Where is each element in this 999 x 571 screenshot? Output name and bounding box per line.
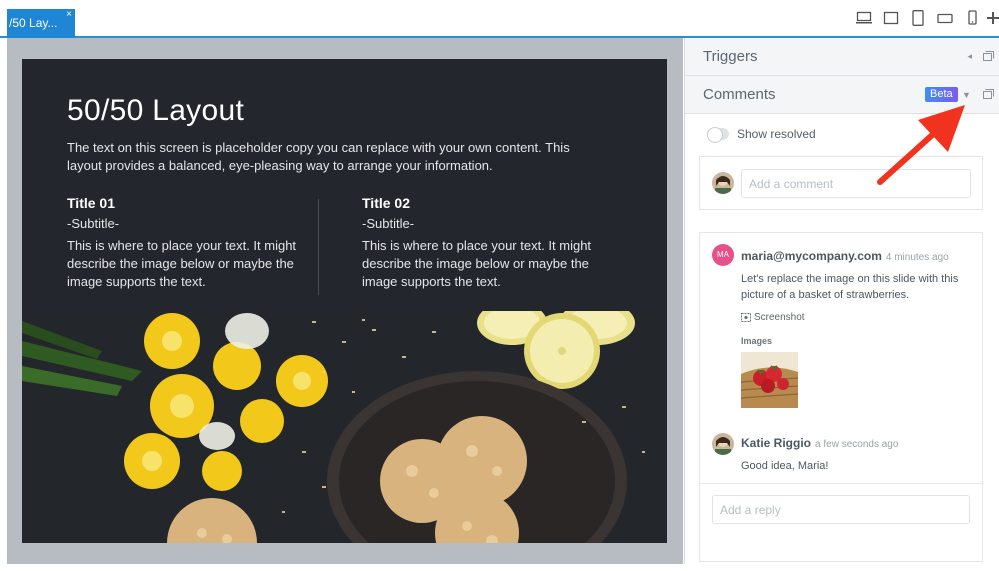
column-divider xyxy=(318,199,319,295)
panel-collapse-icon[interactable] xyxy=(983,89,994,99)
show-resolved-toggle[interactable] xyxy=(707,127,729,143)
comment-text: Good idea, Maria! xyxy=(741,460,829,472)
show-resolved-label: Show resolved xyxy=(737,127,816,141)
comment-time: 4 minutes ago xyxy=(885,252,949,263)
slide-canvas: 50/50 Layout The text on this screen is … xyxy=(7,38,683,564)
strawberries-image-thumbnail[interactable] xyxy=(741,352,798,408)
divider xyxy=(700,483,982,484)
screenshot-link[interactable]: Screenshot xyxy=(741,312,805,323)
column-body: This is where to place your text. It mig… xyxy=(67,238,297,289)
triggers-header[interactable]: Triggers ◂ xyxy=(685,38,999,76)
tablet-landscape-icon[interactable] xyxy=(931,8,958,28)
top-toolbar: /50 Lay... × xyxy=(0,0,999,38)
slide-column-1[interactable]: Title 01 -Subtitle- This is where to pla… xyxy=(67,195,317,291)
triggers-title: Triggers xyxy=(703,48,758,65)
avatar: MA xyxy=(712,244,734,266)
laptop-icon[interactable] xyxy=(877,8,904,28)
images-label: Images xyxy=(741,336,773,346)
chevron-down-icon[interactable]: ▼ xyxy=(962,90,971,100)
comment-author: maria@mycompany.com 4 minutes ago xyxy=(741,249,949,263)
slide-column-2[interactable]: Title 02 -Subtitle- This is where to pla… xyxy=(362,195,612,291)
slide-photo[interactable] xyxy=(22,311,667,543)
device-preview-switcher xyxy=(850,8,999,28)
column-subtitle: -Subtitle- xyxy=(67,216,120,231)
annotation-arrow xyxy=(877,105,965,185)
panel-collapse-icon[interactable] xyxy=(983,51,994,61)
column-title: Title 02 xyxy=(362,195,410,211)
slide-title[interactable]: 50/50 Layout xyxy=(67,94,244,128)
slide-description[interactable]: The text on this screen is placeholder c… xyxy=(67,139,597,175)
chevron-left-icon[interactable]: ◂ xyxy=(967,51,972,62)
comment-text: Let's replace the image on this slide wi… xyxy=(741,273,959,301)
tablet-portrait-icon[interactable] xyxy=(904,8,931,28)
screenshot-icon xyxy=(741,313,751,322)
comment-thread: MA maria@mycompany.com 4 minutes ago Let'… xyxy=(699,232,983,562)
avatar xyxy=(712,433,734,455)
column-body: This is where to place your text. It mig… xyxy=(362,238,592,289)
add-reply-input[interactable]: Add a reply xyxy=(712,495,970,524)
slide[interactable]: 50/50 Layout The text on this screen is … xyxy=(22,59,667,543)
column-subtitle: -Subtitle- xyxy=(362,216,415,231)
comment-time: a few seconds ago xyxy=(815,439,899,450)
show-resolved-toggle-row[interactable]: Show resolved xyxy=(707,127,816,143)
avatar xyxy=(712,172,734,194)
comments-title: Comments xyxy=(703,86,776,103)
slide-tab-label: /50 Lay... xyxy=(9,16,58,30)
comment-author: Katie Riggio a few seconds ago xyxy=(741,436,899,450)
slide-tab[interactable]: /50 Lay... × xyxy=(7,9,75,38)
close-icon[interactable]: × xyxy=(66,10,72,20)
desktop-icon[interactable] xyxy=(850,8,877,28)
column-title: Title 01 xyxy=(67,195,115,211)
plus-icon[interactable] xyxy=(985,8,999,28)
phone-icon[interactable] xyxy=(958,8,985,28)
